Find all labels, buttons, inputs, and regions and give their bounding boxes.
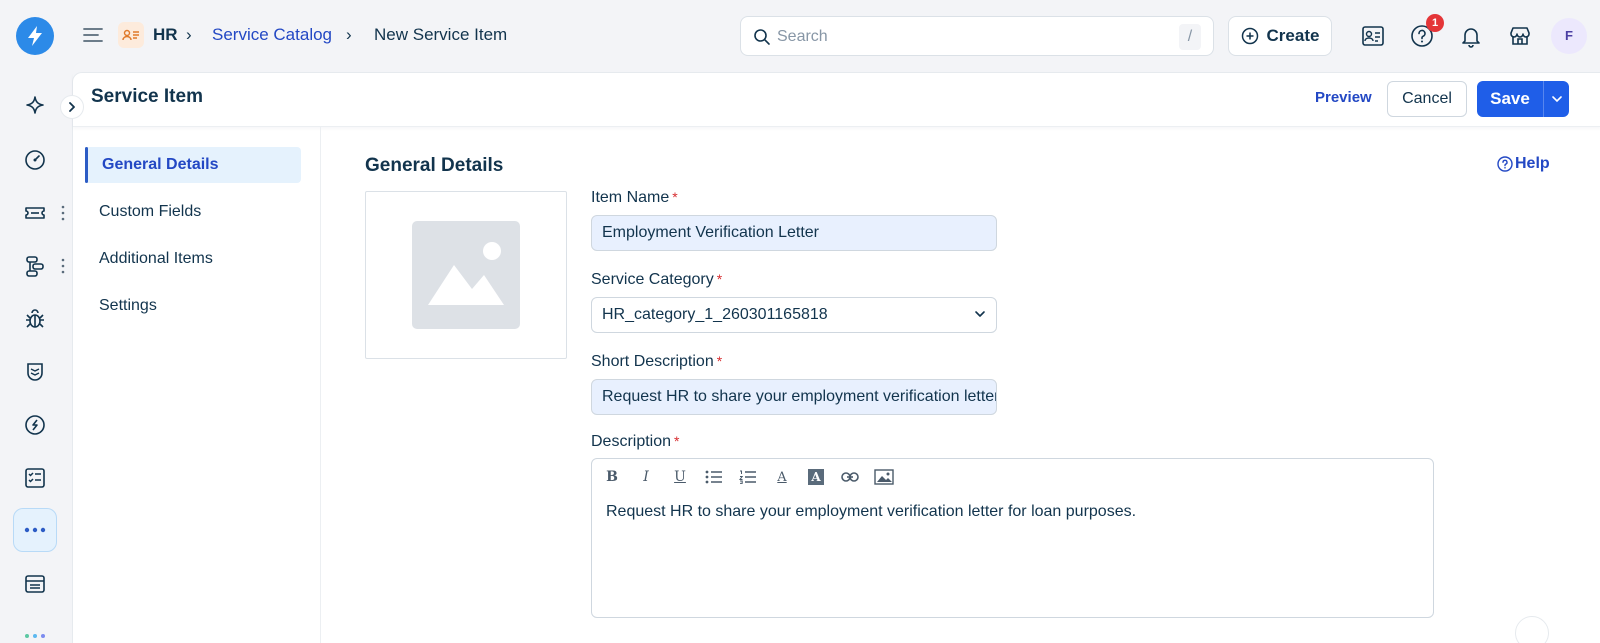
help-circle-icon — [1497, 156, 1513, 172]
rail-tasks[interactable] — [13, 456, 57, 500]
hr-module-icon — [118, 22, 144, 48]
marketplace-store-icon[interactable] — [1506, 22, 1534, 50]
compass-icon — [25, 415, 45, 435]
chevron-down-icon — [975, 311, 985, 317]
service-category-label: Service Category * — [591, 271, 723, 288]
workflow-icon — [26, 256, 44, 277]
rail-changes[interactable] — [13, 350, 57, 394]
contact-card-icon[interactable] — [1359, 22, 1387, 50]
expand-sidebar-toggle[interactable] — [60, 95, 84, 119]
font-color-button[interactable]: A — [772, 467, 792, 487]
sparkle-icon — [26, 96, 44, 114]
section-title: General Details — [365, 155, 504, 176]
rail-tickets[interactable] — [13, 191, 57, 235]
search-icon — [754, 29, 770, 45]
description-rich-text-editor[interactable]: B I U A A Request HR to share your emplo… — [591, 458, 1434, 618]
help-link[interactable]: Help — [1497, 155, 1550, 173]
nav-settings[interactable]: Settings — [85, 288, 301, 324]
rail-kebab-icon[interactable] — [60, 205, 66, 221]
top-bar: HR › Service Catalog › New Service Item … — [0, 0, 1600, 70]
breadcrumb-separator: › — [186, 25, 192, 44]
italic-button[interactable]: I — [636, 467, 656, 487]
service-item-panel: Service Item Preview Cancel Save General… — [72, 72, 1600, 643]
save-button-label: Save — [1490, 89, 1530, 108]
short-description-input[interactable]: Request HR to share your employment veri… — [591, 379, 997, 415]
breadcrumb-service-catalog-link[interactable]: Service Catalog — [212, 25, 332, 45]
more-icon — [24, 527, 46, 533]
page-title: Service Item — [91, 86, 203, 107]
underline-button[interactable]: U — [670, 467, 690, 487]
description-label: Description * — [591, 433, 680, 450]
chevron-down-icon — [1551, 96, 1562, 103]
shield-icon — [27, 363, 43, 381]
breadcrumb-separator: › — [346, 25, 352, 44]
rail-workflows[interactable] — [13, 244, 57, 288]
menu-toggle-icon[interactable] — [82, 24, 104, 46]
rail-ai-sparkle[interactable] — [13, 85, 57, 129]
rail-releases[interactable] — [13, 403, 57, 447]
help-notification-badge: 1 — [1426, 14, 1444, 32]
service-category-select[interactable]: HR_category_1_260301165818 — [591, 297, 997, 333]
plus-circle-icon — [1241, 27, 1258, 45]
table-icon — [25, 575, 45, 593]
left-rail — [0, 70, 70, 643]
lightning-icon — [28, 26, 42, 46]
description-content[interactable]: Request HR to share your employment veri… — [606, 503, 1136, 521]
bulleted-list-icon[interactable] — [704, 467, 724, 487]
apps-dots-icon[interactable] — [24, 632, 46, 640]
help-link-label: Help — [1515, 155, 1550, 172]
nav-additional-items[interactable]: Additional Items — [85, 241, 301, 277]
insert-image-icon[interactable] — [874, 467, 894, 487]
create-button[interactable]: Create — [1228, 16, 1332, 56]
preview-link[interactable]: Preview — [1315, 89, 1372, 106]
rail-reports[interactable] — [13, 562, 57, 606]
search-shortcut-hint: / — [1179, 24, 1201, 50]
panel-header: Service Item Preview Cancel Save — [73, 73, 1600, 127]
service-category-value: HR_category_1_260301165818 — [602, 306, 828, 323]
breadcrumb-module[interactable]: HR — [153, 25, 178, 45]
dashboard-icon — [25, 150, 45, 170]
breadcrumb-current: New Service Item — [374, 25, 508, 44]
ticket-icon — [25, 207, 45, 219]
item-name-input[interactable]: Employment Verification Letter — [591, 215, 997, 251]
user-avatar[interactable]: F — [1551, 18, 1587, 54]
rail-problems[interactable] — [13, 297, 57, 341]
chevron-right-icon — [69, 102, 75, 112]
save-options-dropdown[interactable] — [1543, 81, 1569, 117]
checklist-icon — [25, 468, 45, 488]
nav-custom-fields[interactable]: Custom Fields — [85, 194, 301, 230]
link-icon[interactable] — [840, 467, 860, 487]
editor-toolbar: B I U A A — [602, 465, 894, 489]
rail-dashboard[interactable] — [13, 138, 57, 182]
scroll-to-top-button[interactable] — [1515, 616, 1549, 643]
nav-general-details[interactable]: General Details — [85, 147, 301, 183]
background-color-button[interactable]: A — [806, 467, 826, 487]
bell-icon[interactable] — [1457, 22, 1485, 50]
item-image-upload[interactable] — [365, 191, 567, 359]
rail-kebab-icon[interactable] — [60, 258, 66, 274]
app-logo[interactable] — [16, 17, 54, 55]
bug-icon — [26, 309, 44, 328]
create-button-label: Create — [1266, 26, 1320, 45]
bold-button[interactable]: B — [602, 467, 622, 487]
cancel-button[interactable]: Cancel — [1387, 81, 1467, 117]
global-search[interactable]: / — [740, 16, 1214, 56]
background-color-label: A — [808, 469, 824, 485]
image-placeholder-icon — [412, 221, 520, 329]
search-input[interactable] — [777, 25, 1157, 49]
numbered-list-icon[interactable] — [738, 467, 758, 487]
form-section-nav: General Details Custom Fields Additional… — [73, 127, 321, 643]
save-button[interactable]: Save — [1477, 81, 1569, 117]
short-description-label: Short Description * — [591, 353, 723, 370]
item-name-label: Item Name * — [591, 189, 678, 206]
rail-more[interactable] — [13, 508, 57, 552]
